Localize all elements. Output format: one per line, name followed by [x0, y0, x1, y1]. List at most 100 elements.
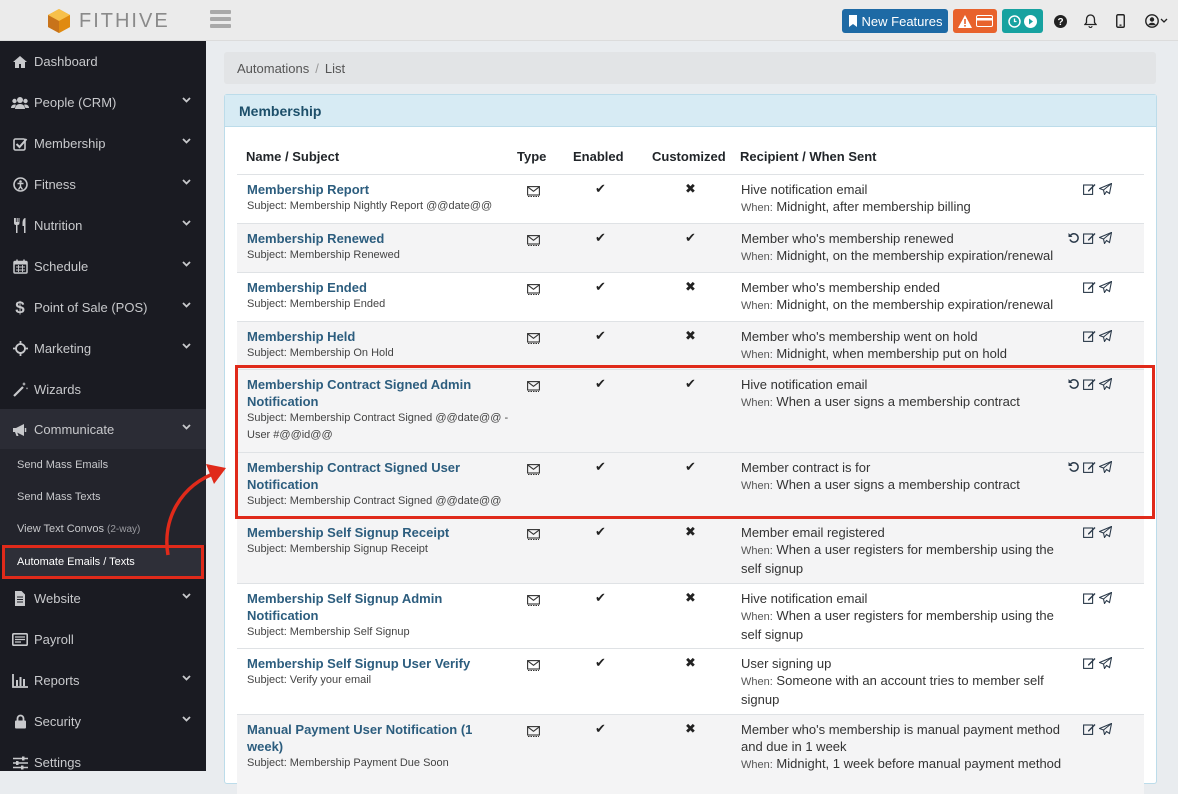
edit-icon[interactable]: [1083, 657, 1096, 669]
automation-name-link[interactable]: Membership Self Signup Receipt: [247, 524, 512, 541]
edit-icon[interactable]: [1083, 378, 1096, 390]
sidebar-item-schedule[interactable]: Schedule: [0, 246, 206, 287]
edit-icon[interactable]: [1083, 723, 1096, 735]
automation-name-link[interactable]: Membership Held: [247, 328, 512, 345]
automation-name-link[interactable]: Membership Contract Signed Admin Notific…: [247, 376, 512, 410]
email-type-icon: [527, 333, 540, 344]
automation-name-link[interactable]: Membership Ended: [247, 279, 512, 296]
automation-subject: Subject: Membership Payment Due Soon: [247, 757, 449, 769]
brand-logo[interactable]: FITHIVE: [46, 8, 170, 34]
edit-icon[interactable]: [1083, 526, 1096, 538]
play-icon: [1024, 14, 1037, 28]
header-customized[interactable]: Customized: [652, 149, 726, 164]
submenu-automate-emails-texts[interactable]: Automate Emails / Texts: [2, 545, 204, 579]
sidebar-item-nutrition[interactable]: Nutrition: [0, 205, 206, 246]
when-label: When:: [741, 480, 773, 492]
recipient-cell: User signing up When: Someone with an acc…: [741, 655, 1076, 708]
send-icon[interactable]: [1099, 330, 1112, 342]
submenu-view-text-convos[interactable]: View Text Convos (2-way): [0, 513, 206, 545]
check-icon: ✔: [595, 721, 606, 736]
sidebar-item-payroll[interactable]: Payroll: [0, 619, 206, 660]
send-icon[interactable]: [1099, 281, 1112, 293]
send-icon[interactable]: [1099, 232, 1112, 244]
check-icon: ✔: [685, 376, 696, 391]
send-icon[interactable]: [1099, 378, 1112, 390]
sidebar-item-people[interactable]: People (CRM): [0, 82, 206, 123]
new-features-button[interactable]: New Features: [842, 9, 948, 33]
reset-icon[interactable]: [1068, 378, 1080, 390]
row-name-cell: Membership Self Signup User Verify Subjec…: [247, 655, 512, 689]
bell-icon[interactable]: [1080, 11, 1100, 31]
automation-subject: Subject: Membership Signup Receipt: [247, 543, 428, 555]
magic-wand-icon: [11, 381, 29, 399]
row-name-cell: Membership Held Subject: Membership On Ho…: [247, 328, 512, 362]
sidebar-item-website[interactable]: Website: [0, 578, 206, 619]
menu-toggle-icon[interactable]: [210, 10, 231, 29]
chevron-down-icon: [182, 716, 191, 722]
recipient-text: Member who's membership ended: [741, 280, 941, 295]
header-name-subject[interactable]: Name / Subject: [246, 149, 339, 164]
automation-subject: Subject: Membership On Hold: [247, 347, 394, 359]
chevron-down-icon: [182, 343, 191, 349]
billing-alert-button[interactable]: [953, 9, 997, 33]
edit-icon[interactable]: [1083, 281, 1096, 293]
when-text: Someone with an account tries to member …: [741, 673, 1044, 707]
when-label: When:: [741, 397, 773, 409]
submenu-note: (2-way): [107, 523, 141, 535]
sidebar-item-fitness[interactable]: Fitness: [0, 164, 206, 205]
when-text: When a user signs a membership contract: [776, 394, 1020, 409]
when-label: When:: [741, 611, 773, 623]
header-enabled[interactable]: Enabled: [573, 149, 624, 164]
crosshair-icon: [11, 340, 29, 358]
breadcrumb-link-automations[interactable]: Automations: [237, 61, 309, 76]
help-icon[interactable]: ?: [1050, 11, 1070, 31]
edit-icon[interactable]: [1083, 592, 1096, 604]
send-icon[interactable]: [1099, 526, 1112, 538]
sidebar-item-label: Settings: [34, 755, 81, 770]
recipient-text: Member who's membership is manual paymen…: [741, 722, 1060, 754]
send-icon[interactable]: [1099, 657, 1112, 669]
submenu-send-mass-texts[interactable]: Send Mass Texts: [0, 481, 206, 513]
when-label: When:: [741, 759, 773, 771]
send-icon[interactable]: [1099, 183, 1112, 195]
sidebar-item-wizards[interactable]: Wizards: [0, 369, 206, 410]
reset-icon[interactable]: [1068, 461, 1080, 473]
send-icon[interactable]: [1099, 592, 1112, 604]
sidebar-item-communicate[interactable]: Communicate: [0, 409, 206, 450]
sidebar-item-pos[interactable]: $ Point of Sale (POS): [0, 287, 206, 328]
mobile-icon[interactable]: [1110, 11, 1130, 31]
row-actions: [1083, 526, 1112, 538]
sidebar-item-membership[interactable]: Membership: [0, 123, 206, 164]
automation-name-link[interactable]: Membership Self Signup User Verify: [247, 655, 512, 672]
automation-name-link[interactable]: Membership Report: [247, 181, 512, 198]
x-icon: ✖: [685, 524, 696, 539]
check-icon: ✔: [595, 181, 606, 196]
send-icon[interactable]: [1099, 461, 1112, 473]
edit-icon[interactable]: [1083, 330, 1096, 342]
row-actions: [1083, 657, 1112, 669]
header-recipient[interactable]: Recipient / When Sent: [740, 149, 877, 164]
user-menu[interactable]: [1143, 11, 1169, 31]
sidebar-item-dashboard[interactable]: Dashboard: [0, 41, 206, 82]
automation-name-link[interactable]: Membership Self Signup Admin Notificatio…: [247, 590, 512, 624]
clock-icon: [1008, 14, 1021, 28]
send-icon[interactable]: [1099, 723, 1112, 735]
edit-icon[interactable]: [1083, 183, 1096, 195]
sidebar-item-marketing[interactable]: Marketing: [0, 328, 206, 369]
automation-name-link[interactable]: Membership Contract Signed User Notifica…: [247, 459, 512, 493]
reset-icon[interactable]: [1068, 232, 1080, 244]
sidebar-item-settings[interactable]: Settings: [0, 742, 206, 783]
sidebar-item-security[interactable]: Security: [0, 701, 206, 742]
header-type[interactable]: Type: [517, 149, 546, 164]
sidebar-item-reports[interactable]: Reports: [0, 660, 206, 701]
edit-icon[interactable]: [1083, 232, 1096, 244]
edit-icon[interactable]: [1083, 461, 1096, 473]
timer-button[interactable]: [1002, 9, 1043, 33]
automation-name-link[interactable]: Membership Renewed: [247, 230, 512, 247]
recipient-text: User signing up: [741, 656, 832, 671]
automation-subject: Subject: Membership Self Signup: [247, 626, 410, 638]
check-icon: ✔: [685, 230, 696, 245]
sidebar-item-label: Membership: [34, 136, 106, 151]
submenu-send-mass-emails[interactable]: Send Mass Emails: [0, 449, 206, 481]
automation-name-link[interactable]: Manual Payment User Notification (1 week…: [247, 721, 512, 755]
